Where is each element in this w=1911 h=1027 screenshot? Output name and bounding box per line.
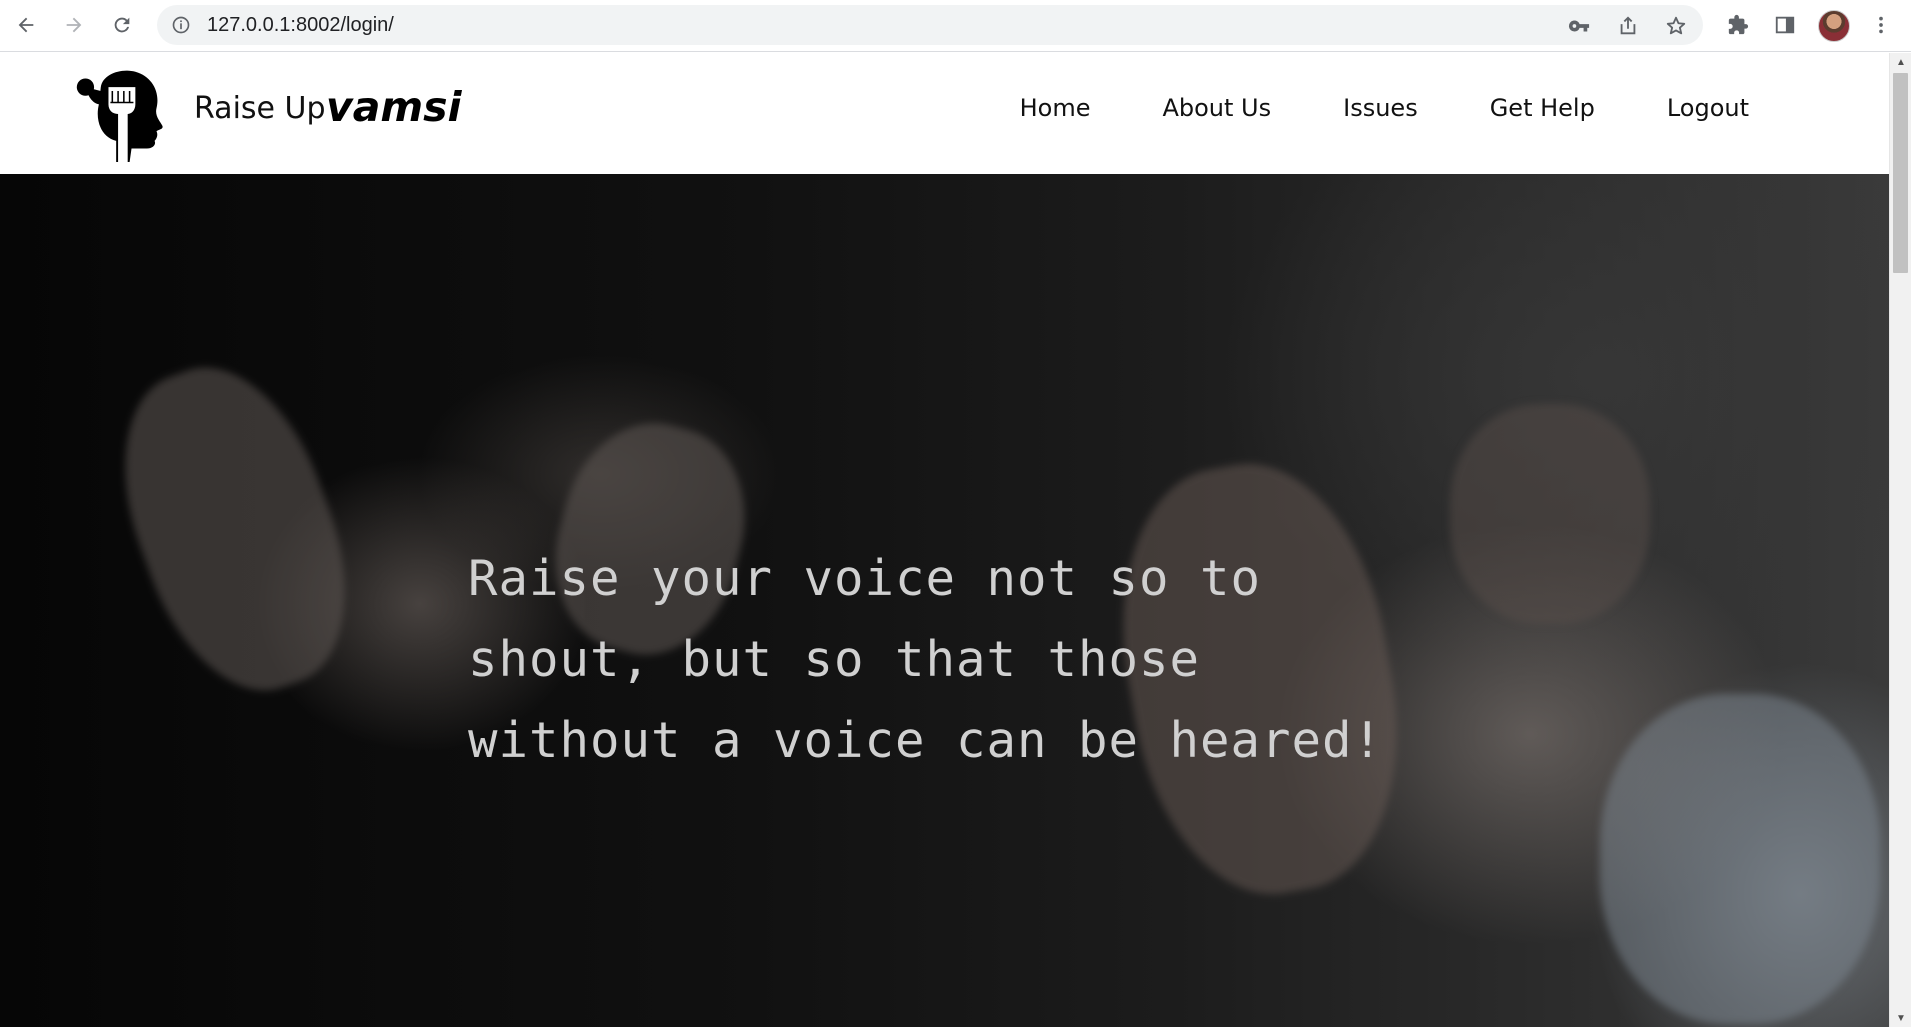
hero-quote: Raise your voice not so to shout, but so… [468,538,1408,781]
star-icon [1666,16,1686,35]
avatar[interactable] [1818,10,1850,42]
share-button[interactable] [1616,14,1640,38]
side-panel-icon [1775,16,1795,34]
nav-logout[interactable]: Logout [1667,94,1749,122]
reload-button[interactable] [107,10,137,40]
page-scrollbar[interactable]: ▲ ▼ [1889,53,1911,1027]
hero-quote-line: shout, but so that those [468,631,1201,688]
site-header: Raise Up vamsi Home About Us Issues Get … [0,53,1889,174]
hero-banner: Raise your voice not so to shout, but so… [0,174,1889,1027]
password-key-button[interactable] [1567,14,1591,38]
raised-fist-head-logo[interactable] [72,65,168,163]
hero-background-shape [1450,404,1650,624]
scrollbar-thumb[interactable] [1893,73,1908,273]
side-panel-button[interactable] [1772,12,1798,38]
nav-home[interactable]: Home [1020,94,1091,122]
info-icon[interactable] [171,15,191,35]
forward-button[interactable] [59,10,89,40]
arrow-left-icon [18,17,34,33]
reload-icon [114,17,130,33]
arrow-right-icon [66,17,82,33]
browser-toolbar: 127.0.0.1:8002/login/ [0,0,1911,52]
main-nav: Home About Us Issues Get Help Logout [1020,94,1749,122]
bookmark-button[interactable] [1664,14,1688,38]
scroll-up-arrow-icon[interactable]: ▲ [1890,53,1911,71]
puzzle-icon [1728,14,1749,35]
nav-issues[interactable]: Issues [1343,94,1418,122]
brand-name: Raise Up [194,91,326,126]
back-button[interactable] [11,10,41,40]
hero-quote-line: Raise your voice not so to [468,550,1262,607]
nav-get-help[interactable]: Get Help [1490,94,1595,122]
browser-menu-button[interactable] [1868,12,1894,38]
key-icon [1568,20,1590,32]
hero-quote-line: without a voice can be heared! [468,712,1384,769]
username: vamsi [326,83,462,131]
nav-about-us[interactable]: About Us [1162,94,1271,122]
share-icon [1620,16,1636,35]
extensions-button[interactable] [1725,12,1751,38]
scroll-down-arrow-icon[interactable]: ▼ [1890,1009,1911,1027]
url-text[interactable]: 127.0.0.1:8002/login/ [207,5,394,45]
hero-background-shape [1600,694,1880,1024]
hero-background-shape [89,341,381,717]
address-bar[interactable]: 127.0.0.1:8002/login/ [157,5,1703,45]
kebab-menu-icon [1879,16,1883,34]
